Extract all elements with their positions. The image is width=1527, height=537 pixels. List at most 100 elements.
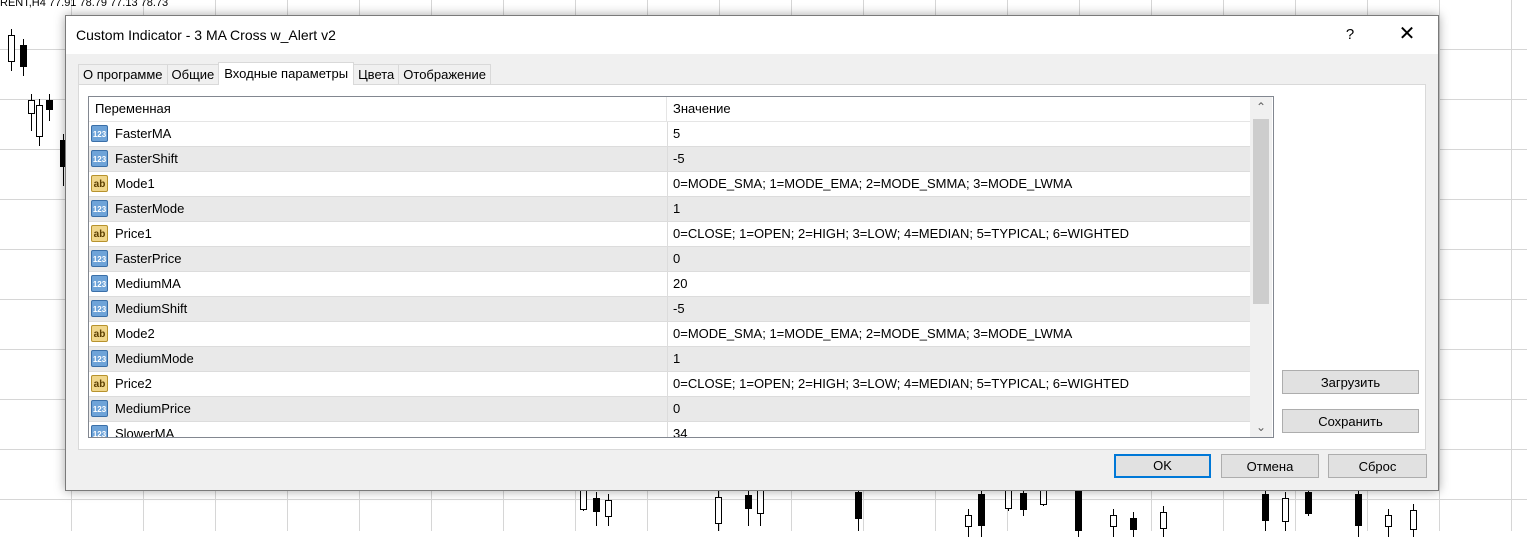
candle-body — [1020, 493, 1027, 510]
string-type-icon: ab — [91, 375, 108, 392]
parameter-row[interactable]: 123 FasterPrice 0 — [89, 247, 1250, 272]
value-cell[interactable]: 0=MODE_SMA; 1=MODE_EMA; 2=MODE_SMMA; 3=M… — [673, 172, 1072, 196]
candle-body — [20, 45, 27, 67]
parameter-row[interactable]: 123 SlowerMA 34 — [89, 422, 1250, 437]
parameter-row[interactable]: 123 MediumPrice 0 — [89, 397, 1250, 422]
numeric-type-icon: 123 — [91, 125, 108, 142]
variable-cell[interactable]: ab Mode1 — [89, 172, 668, 196]
tab-inputs[interactable]: Входные параметры — [218, 62, 355, 85]
value-cell[interactable]: 0=CLOSE; 1=OPEN; 2=HIGH; 3=LOW; 4=MEDIAN… — [673, 222, 1129, 246]
value-cell[interactable]: 1 — [673, 197, 680, 221]
variable-cell[interactable]: ab Price2 — [89, 372, 668, 396]
value-cell[interactable]: 5 — [673, 122, 680, 146]
variable-name: MediumShift — [115, 301, 188, 316]
parameter-row[interactable]: ab Mode1 0=MODE_SMA; 1=MODE_EMA; 2=MODE_SM… — [89, 172, 1250, 197]
scroll-down-arrow-icon[interactable]: ⌄ — [1250, 417, 1272, 437]
candle-body — [1040, 489, 1047, 505]
variable-name: FasterMA — [115, 126, 172, 141]
cancel-button[interactable]: Отмена — [1221, 454, 1319, 478]
value-cell[interactable]: 1 — [673, 347, 680, 371]
variable-cell[interactable]: 123 FasterPrice — [89, 247, 668, 271]
variable-cell[interactable]: 123 MediumShift — [89, 297, 668, 321]
candle-body — [965, 515, 972, 527]
reset-button[interactable]: Сброс — [1328, 454, 1427, 478]
variable-cell[interactable]: ab Price1 — [89, 222, 668, 246]
candle-body — [1262, 494, 1269, 521]
variable-cell[interactable]: 123 MediumMA — [89, 272, 668, 296]
variable-name: Mode2 — [115, 326, 155, 341]
candle-body — [28, 100, 35, 114]
value-cell[interactable]: 0 — [673, 397, 680, 421]
variable-name: Price1 — [115, 226, 152, 241]
tab-about[interactable]: О программе — [78, 64, 168, 85]
parameter-rows: 123 FasterMA 5 123 FasterShift -5 ab Mode1 0=MOD… — [89, 122, 1250, 437]
value-cell[interactable]: 34 — [673, 422, 687, 437]
parameter-row[interactable]: 123 MediumMA 20 — [89, 272, 1250, 297]
candle-body — [1110, 515, 1117, 527]
column-header-value[interactable]: Значение — [667, 97, 731, 121]
dialog-title: Custom Indicator - 3 MA Cross w_Alert v2 — [76, 27, 336, 43]
numeric-type-icon: 123 — [91, 150, 108, 167]
variable-cell[interactable]: 123 FasterMode — [89, 197, 668, 221]
column-header-variable[interactable]: Переменная — [89, 97, 667, 121]
tab-common[interactable]: Общие — [166, 64, 220, 85]
numeric-type-icon: 123 — [91, 425, 108, 437]
candle-body — [757, 490, 764, 514]
value-cell[interactable]: 0=MODE_SMA; 1=MODE_EMA; 2=MODE_SMMA; 3=M… — [673, 322, 1072, 346]
parameter-row[interactable]: 123 MediumMode 1 — [89, 347, 1250, 372]
candle-body — [580, 488, 587, 510]
variable-cell[interactable]: ab Mode2 — [89, 322, 668, 346]
parameter-row[interactable]: ab Mode2 0=MODE_SMA; 1=MODE_EMA; 2=MODE_SM… — [89, 322, 1250, 347]
candle-body — [46, 100, 53, 110]
variable-cell[interactable]: 123 FasterMA — [89, 122, 668, 146]
vertical-scrollbar[interactable]: ⌃ ⌄ — [1250, 97, 1272, 437]
parameter-row[interactable]: 123 FasterMA 5 — [89, 122, 1250, 147]
candle-body — [715, 497, 722, 524]
value-cell[interactable]: 0=CLOSE; 1=OPEN; 2=HIGH; 3=LOW; 4=MEDIAN… — [673, 372, 1129, 396]
variable-name: MediumMA — [115, 276, 181, 291]
scroll-up-arrow-icon[interactable]: ⌃ — [1250, 97, 1272, 117]
candle-body — [593, 498, 600, 512]
load-button[interactable]: Загрузить — [1282, 370, 1419, 394]
ok-button[interactable]: OK — [1114, 454, 1211, 478]
variable-cell[interactable]: 123 MediumMode — [89, 347, 668, 371]
tab-visualization[interactable]: Отображение — [398, 64, 491, 85]
value-cell[interactable]: 0 — [673, 247, 680, 271]
scroll-thumb[interactable] — [1253, 119, 1269, 304]
inputs-panel: Переменная Значение 123 FasterMA 5 123 Faste… — [78, 84, 1426, 450]
variable-cell[interactable]: 123 SlowerMA — [89, 422, 668, 437]
numeric-type-icon: 123 — [91, 200, 108, 217]
candle-body — [1130, 518, 1137, 530]
candle-body — [855, 492, 862, 519]
save-button[interactable]: Сохранить — [1282, 409, 1419, 433]
indicator-dialog: Custom Indicator - 3 MA Cross w_Alert v2… — [65, 15, 1439, 491]
parameter-row[interactable]: ab Price1 0=CLOSE; 1=OPEN; 2=HIGH; 3=LOW; … — [89, 222, 1250, 247]
parameter-row[interactable]: ab Price2 0=CLOSE; 1=OPEN; 2=HIGH; 3=LOW; … — [89, 372, 1250, 397]
string-type-icon: ab — [91, 325, 108, 342]
value-cell[interactable]: -5 — [673, 147, 685, 171]
title-bar[interactable]: Custom Indicator - 3 MA Cross w_Alert v2… — [66, 16, 1438, 54]
parameter-row[interactable]: 123 FasterShift -5 — [89, 147, 1250, 172]
numeric-type-icon: 123 — [91, 400, 108, 417]
numeric-type-icon: 123 — [91, 300, 108, 317]
candle-body — [1075, 489, 1082, 531]
candle-body — [1355, 494, 1362, 526]
numeric-type-icon: 123 — [91, 275, 108, 292]
value-cell[interactable]: -5 — [673, 297, 685, 321]
string-type-icon: ab — [91, 175, 108, 192]
candle-body — [978, 494, 985, 526]
variable-cell[interactable]: 123 MediumPrice — [89, 397, 668, 421]
variable-name: FasterPrice — [115, 251, 182, 266]
help-button[interactable]: ? — [1327, 16, 1373, 54]
chart-symbol-header: RENT,H4 77.91 78.79 77.13 78.73 — [0, 0, 169, 9]
numeric-type-icon: 123 — [91, 250, 108, 267]
numeric-type-icon: 123 — [91, 350, 108, 367]
value-cell[interactable]: 20 — [673, 272, 687, 296]
candle-body — [605, 500, 612, 517]
parameter-row[interactable]: 123 MediumShift -5 — [89, 297, 1250, 322]
tab-colors[interactable]: Цвета — [353, 64, 400, 85]
variable-cell[interactable]: 123 FasterShift — [89, 147, 668, 171]
close-button[interactable]: ✕ — [1384, 16, 1430, 54]
parameter-row[interactable]: 123 FasterMode 1 — [89, 197, 1250, 222]
tab-strip: О программе Общие Входные параметры Цвет… — [78, 62, 491, 85]
